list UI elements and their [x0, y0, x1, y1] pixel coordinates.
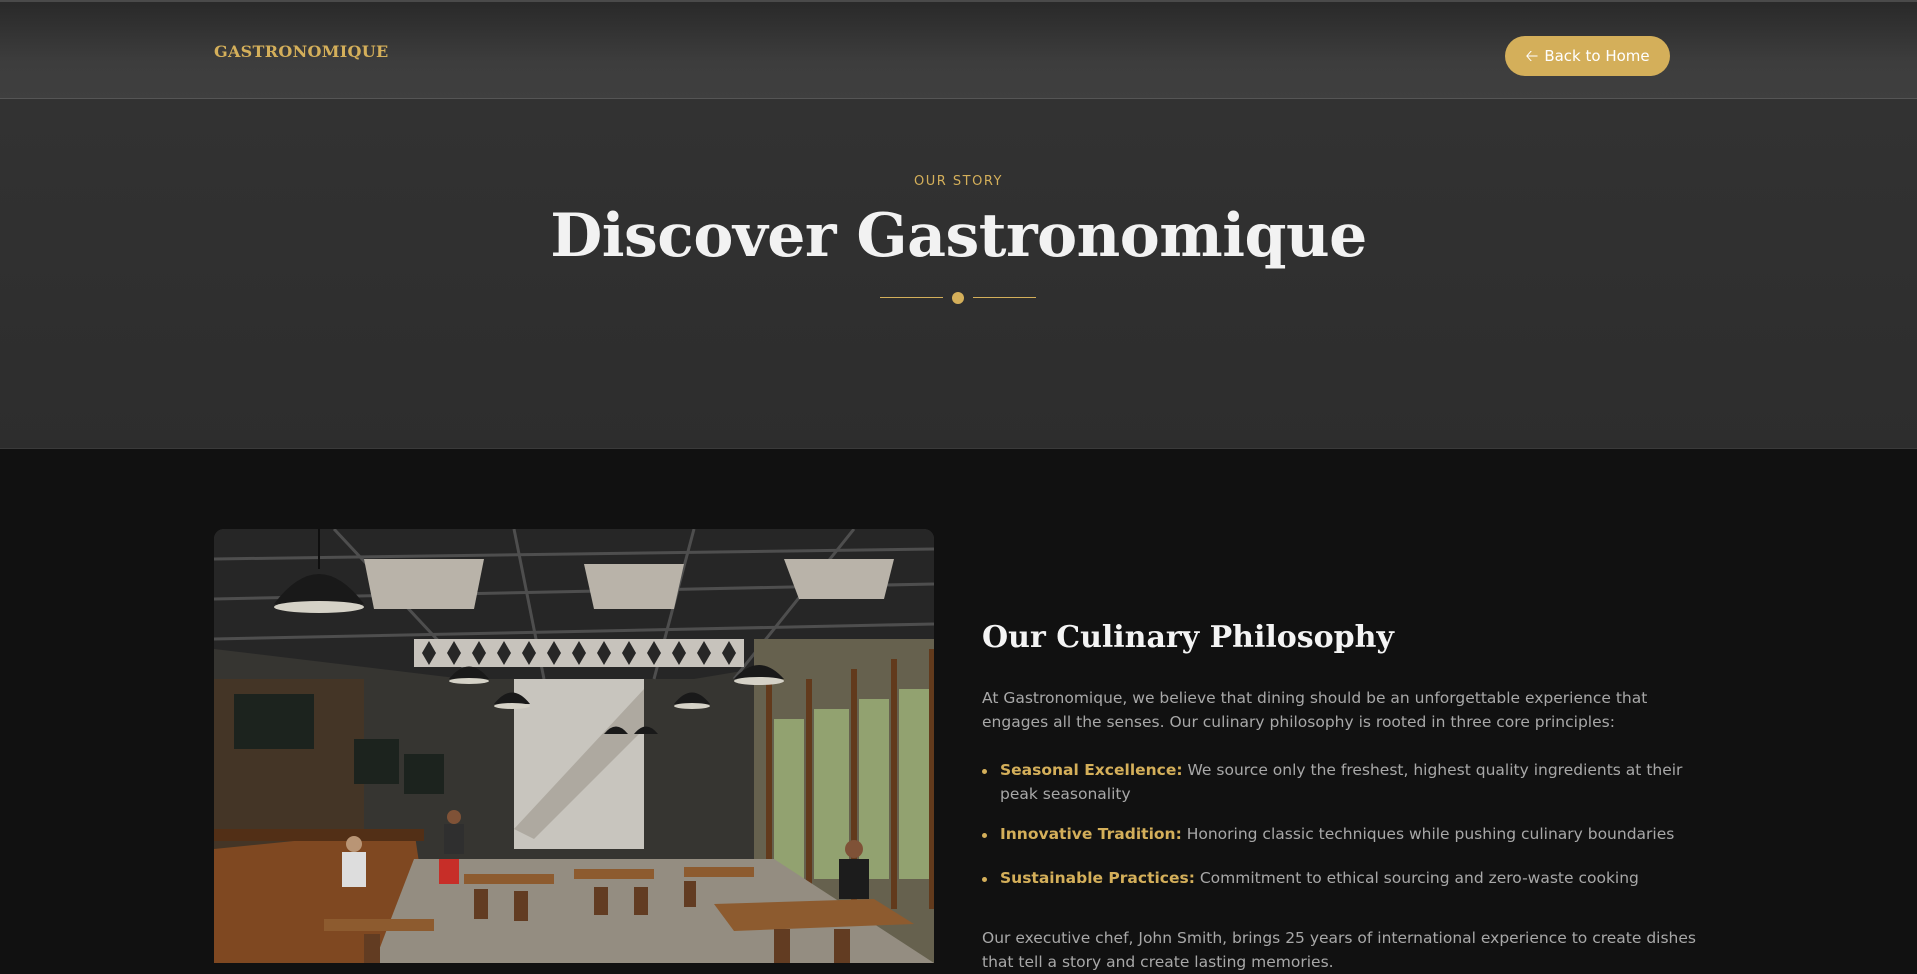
- page-title: Discover Gastronomique: [550, 201, 1367, 271]
- back-to-home-label: Back to Home: [1544, 47, 1650, 65]
- principle-text: Commitment to ethical sourcing and zero-…: [1194, 869, 1639, 887]
- principle-name: Seasonal Excellence:: [1000, 761, 1183, 779]
- list-item: Seasonal Excellence: We source only the …: [982, 758, 1702, 806]
- title-divider: [880, 291, 1036, 305]
- principle-text: Honoring classic techniques while pushin…: [1181, 825, 1675, 843]
- hero-eyebrow: OUR STORY: [914, 174, 1003, 189]
- list-item: Innovative Tradition: Honoring classic t…: [982, 822, 1702, 846]
- principle-name: Innovative Tradition:: [1000, 825, 1182, 843]
- bullet-dot-icon: [982, 769, 987, 774]
- bullet-dot-icon: [982, 833, 987, 838]
- back-to-home-button[interactable]: 🡠 Back to Home: [1505, 36, 1670, 76]
- brand-logo[interactable]: GASTRONOMIQUE: [214, 42, 389, 61]
- principle-name: Sustainable Practices:: [1000, 869, 1195, 887]
- arrow-left-icon: 🡠: [1525, 46, 1539, 65]
- bullet-dot-icon: [982, 877, 987, 882]
- restaurant-interior-image: [214, 529, 934, 963]
- navbar: GASTRONOMIQUE 🡠 Back to Home: [0, 0, 1917, 99]
- chef-paragraph: Our executive chef, John Smith, brings 2…: [982, 929, 1696, 971]
- list-item: Sustainable Practices: Commitment to eth…: [982, 866, 1702, 890]
- divider-dot-icon: [952, 292, 964, 304]
- philosophy-intro: At Gastronomique, we believe that dining…: [982, 689, 1648, 731]
- philosophy-title: Our Culinary Philosophy: [982, 620, 1394, 655]
- hero-section: OUR STORY Discover Gastronomique: [0, 99, 1917, 449]
